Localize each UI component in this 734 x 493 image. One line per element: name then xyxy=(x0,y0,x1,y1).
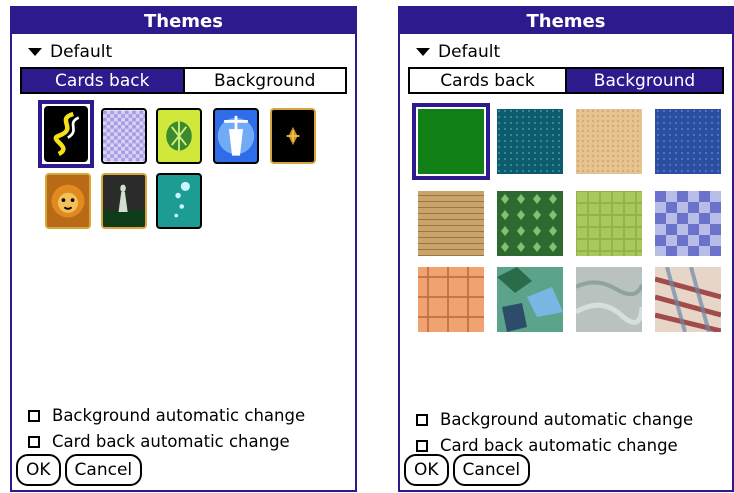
tab-cards-back[interactable]: Cards back xyxy=(410,69,565,92)
theme-dropdown[interactable]: Default xyxy=(416,42,500,62)
checkbox-background-auto-change[interactable] xyxy=(28,409,40,422)
checkbox-label: Card back automatic change xyxy=(440,436,678,455)
ok-button[interactable]: OK xyxy=(16,454,61,486)
card-back-auto-change-row[interactable]: Card back automatic change xyxy=(28,432,290,451)
themes-dialog-card-backs: Themes Default Cards back Background Bac… xyxy=(10,6,357,492)
background-blue-texture[interactable] xyxy=(655,109,721,174)
card-back-lion[interactable] xyxy=(45,173,91,229)
background-brick-parquet[interactable] xyxy=(418,267,484,332)
background-green[interactable] xyxy=(418,109,484,174)
themes-dialog-backgrounds: Themes Default Cards back Background Bac… xyxy=(398,6,734,492)
background-auto-change-row[interactable]: Background automatic change xyxy=(28,406,305,425)
background-purple-checker[interactable] xyxy=(655,191,721,256)
dropdown-value: Default xyxy=(50,42,113,62)
card-back-blue-figure[interactable] xyxy=(213,108,259,164)
background-teal-texture[interactable] xyxy=(497,109,563,174)
checkbox-label: Background automatic change xyxy=(440,410,694,429)
dialog-title: Themes xyxy=(400,8,732,34)
card-back-auto-change-row[interactable]: Card back automatic change xyxy=(416,436,678,455)
card-back-purple-checker[interactable] xyxy=(101,108,147,164)
theme-dropdown[interactable]: Default xyxy=(28,42,112,62)
background-grey-marble[interactable] xyxy=(576,267,642,332)
checkbox-card-back-auto-change[interactable] xyxy=(28,435,40,448)
checkbox-label: Card back automatic change xyxy=(52,432,290,451)
card-back-black-ornament[interactable] xyxy=(270,108,316,164)
checkbox-background-auto-change[interactable] xyxy=(416,413,428,426)
button-row: OK Cancel xyxy=(404,454,531,486)
card-back-statue[interactable] xyxy=(101,173,147,229)
tab-background[interactable]: Background xyxy=(565,69,722,92)
cancel-button[interactable]: Cancel xyxy=(452,454,531,486)
background-olive-squares[interactable] xyxy=(576,191,642,256)
tabs: Cards back Background xyxy=(408,67,724,94)
background-wood[interactable] xyxy=(418,191,484,256)
card-back-green-turtle[interactable] xyxy=(156,108,202,164)
background-green-diamonds[interactable] xyxy=(497,191,563,256)
background-camo[interactable] xyxy=(497,267,563,332)
cancel-button[interactable]: Cancel xyxy=(64,454,143,486)
dropdown-triangle-icon xyxy=(28,48,42,56)
dropdown-value: Default xyxy=(438,42,501,62)
checkbox-label: Background automatic change xyxy=(52,406,306,425)
card-back-black-swirl[interactable] xyxy=(44,106,88,162)
button-row: OK Cancel xyxy=(16,454,143,486)
background-auto-change-row[interactable]: Background automatic change xyxy=(416,410,693,429)
background-sand[interactable] xyxy=(576,109,642,174)
tabs: Cards back Background xyxy=(20,67,347,94)
tab-cards-back[interactable]: Cards back xyxy=(22,69,183,92)
dialog-title: Themes xyxy=(12,8,355,34)
dropdown-triangle-icon xyxy=(416,48,430,56)
checkbox-card-back-auto-change[interactable] xyxy=(416,439,428,452)
background-weave[interactable] xyxy=(655,267,721,332)
card-back-teal-bubbles[interactable] xyxy=(156,173,202,229)
ok-button[interactable]: OK xyxy=(404,454,449,486)
tab-background[interactable]: Background xyxy=(182,69,346,92)
